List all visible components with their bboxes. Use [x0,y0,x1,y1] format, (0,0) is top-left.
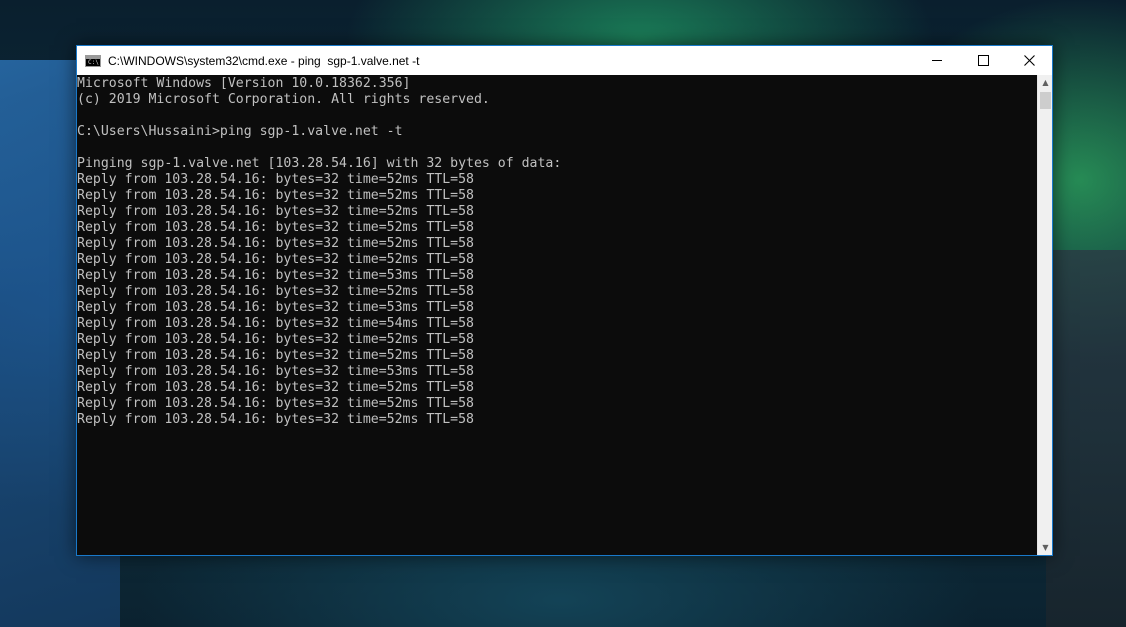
vertical-scrollbar[interactable]: ▲ ▼ [1037,75,1052,555]
console-line: Reply from 103.28.54.16: bytes=32 time=5… [77,396,474,411]
close-icon [1023,55,1035,66]
scroll-up-arrow-icon: ▲ [1042,78,1049,87]
console-line: Reply from 103.28.54.16: bytes=32 time=5… [77,252,474,267]
console-line: Reply from 103.28.54.16: bytes=32 time=5… [77,172,474,187]
console-line: Pinging sgp-1.valve.net [103.28.54.16] w… [77,156,562,171]
window-title: C:\WINDOWS\system32\cmd.exe - ping sgp-1… [108,53,420,68]
console-line: Reply from 103.28.54.16: bytes=32 time=5… [77,220,474,235]
cmd-app-icon-text: C:\ [88,58,99,66]
maximize-icon [977,55,989,66]
console-text: Microsoft Windows [Version 10.0.18362.35… [77,75,1037,428]
minimize-icon [932,60,942,61]
cmd-app-icon[interactable]: C:\ [85,54,101,67]
console-line: Reply from 103.28.54.16: bytes=32 time=5… [77,316,474,331]
wallpaper-mountain [1046,250,1126,627]
scroll-up-button[interactable]: ▲ [1038,75,1053,90]
console-line: Reply from 103.28.54.16: bytes=32 time=5… [77,268,474,283]
console-line: Reply from 103.28.54.16: bytes=32 time=5… [77,364,474,379]
scroll-down-arrow-icon: ▼ [1042,543,1049,552]
console-line: Reply from 103.28.54.16: bytes=32 time=5… [77,300,474,315]
console-line: Reply from 103.28.54.16: bytes=32 time=5… [77,332,474,347]
console-output[interactable]: Microsoft Windows [Version 10.0.18362.35… [77,75,1037,555]
close-button[interactable] [1006,46,1052,75]
console-line: (c) 2019 Microsoft Corporation. All righ… [77,92,490,107]
console-line: Microsoft Windows [Version 10.0.18362.35… [77,76,411,91]
scrollbar-thumb[interactable] [1040,92,1051,109]
console-line: Reply from 103.28.54.16: bytes=32 time=5… [77,284,474,299]
console-line: Reply from 103.28.54.16: bytes=32 time=5… [77,188,474,203]
console-line: Reply from 103.28.54.16: bytes=32 time=5… [77,236,474,251]
maximize-button[interactable] [960,46,1006,75]
console-line: Reply from 103.28.54.16: bytes=32 time=5… [77,380,474,395]
console-line: Reply from 103.28.54.16: bytes=32 time=5… [77,204,474,219]
console-line: Reply from 103.28.54.16: bytes=32 time=5… [77,348,474,363]
scroll-down-button[interactable]: ▼ [1038,540,1053,555]
title-bar[interactable]: C:\ C:\WINDOWS\system32\cmd.exe - ping s… [77,46,1052,75]
minimize-button[interactable] [914,46,960,75]
console-line: Reply from 103.28.54.16: bytes=32 time=5… [77,412,474,427]
cmd-window[interactable]: C:\ C:\WINDOWS\system32\cmd.exe - ping s… [76,45,1053,556]
console-line: C:\Users\Hussaini>ping sgp-1.valve.net -… [77,124,403,139]
